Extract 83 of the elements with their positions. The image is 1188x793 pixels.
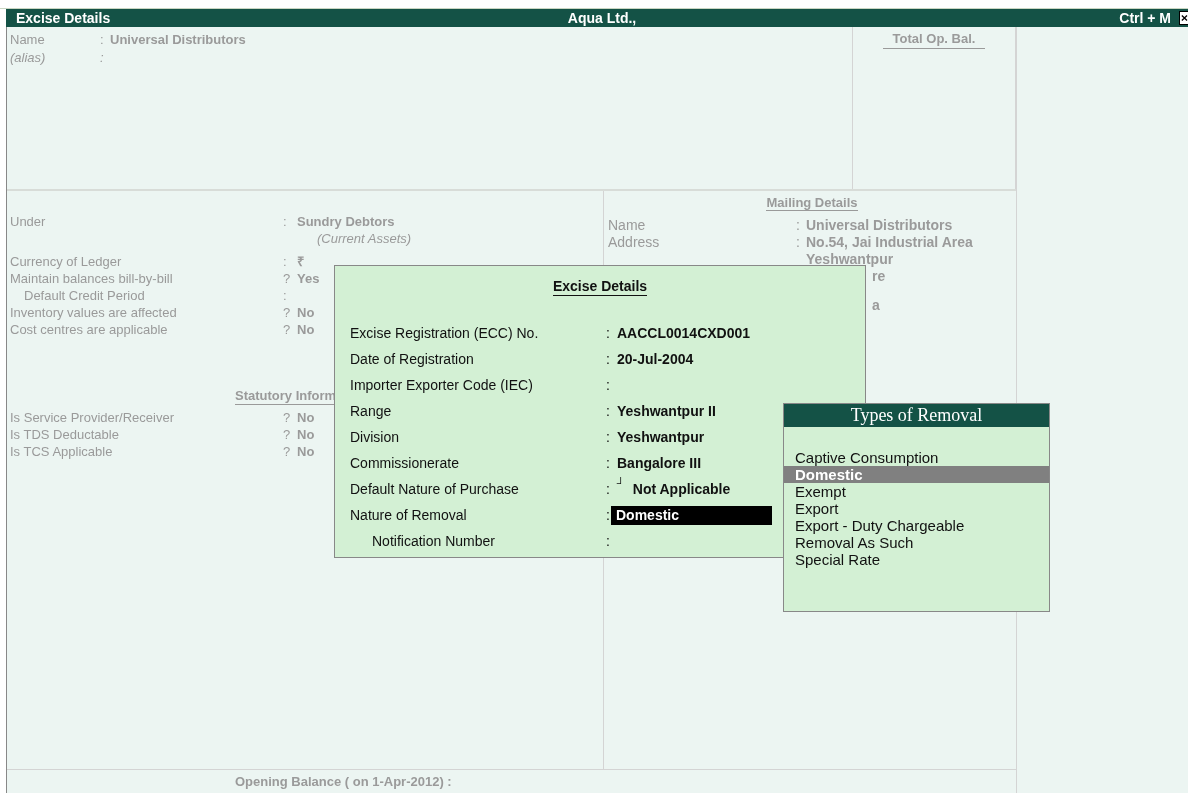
list-item[interactable]: Domestic	[784, 466, 1049, 483]
field-value: No	[297, 426, 315, 443]
field-label: Is Service Provider/Receiver	[10, 409, 174, 426]
field-label: Name	[608, 217, 646, 234]
separator: :	[283, 213, 287, 230]
close-icon[interactable]	[1179, 11, 1188, 25]
field-value: No	[297, 409, 315, 426]
separator: ?	[283, 426, 291, 443]
field-value: Not Applicable	[632, 481, 731, 497]
separator: :	[606, 480, 610, 499]
field-label: Notification Number	[371, 532, 495, 551]
shortcut-label: Ctrl + M	[1119, 10, 1171, 26]
field-value: Bangalore III	[617, 455, 702, 471]
opening-balance-label: Opening Balance ( on 1-Apr-2012) :	[235, 773, 452, 789]
field-value: Universal Distributors	[110, 31, 246, 49]
separator: :	[606, 350, 610, 369]
field-label: Under	[10, 213, 46, 230]
field-label: (alias)	[10, 49, 46, 67]
list-item[interactable]: Special Rate	[784, 551, 1049, 568]
field-label: Excise Registration (ECC) No.	[350, 324, 539, 343]
address-line: Yeshwantpur	[806, 251, 894, 268]
separator: ?	[283, 321, 291, 338]
separator: ?	[283, 409, 291, 426]
field-value: No	[297, 304, 315, 321]
section-heading: Mailing Details	[766, 195, 858, 211]
address-line: re	[871, 268, 886, 285]
field-label: Cost centres are applicable	[10, 321, 168, 338]
field-value: No	[297, 443, 315, 460]
field-value: ₹	[297, 253, 304, 270]
field-value: Yeshwantpur II	[617, 403, 716, 419]
field-label: Range	[350, 402, 392, 421]
field-label: Default Credit Period	[23, 287, 145, 304]
company-name: Aqua Ltd.,	[567, 10, 637, 26]
separator: :	[606, 532, 610, 551]
field-value: Universal Distributors	[806, 217, 953, 234]
field-label: Commissionerate	[350, 454, 459, 473]
list-item[interactable]: Export - Duty Chargeable	[784, 517, 1049, 534]
field-label: Currency of Ledger	[10, 253, 122, 270]
field-label: Is TDS Deductable	[10, 426, 119, 443]
separator: :	[283, 287, 287, 304]
list-item[interactable]: Export	[784, 500, 1049, 517]
field-value: No	[297, 321, 315, 338]
separator: :	[606, 428, 610, 447]
field-label: Inventory values are affected	[10, 304, 177, 321]
separator: :	[606, 454, 610, 473]
field-label: Division	[350, 428, 399, 447]
separator: :	[606, 506, 610, 525]
field-value: 20-Jul-2004	[617, 351, 694, 367]
separator: :	[100, 31, 104, 49]
group-name: (Current Assets)	[316, 230, 412, 247]
address-line: a	[871, 297, 880, 314]
field-value: Sundry Debtors	[297, 213, 395, 230]
separator: :	[100, 49, 104, 67]
field-label: Name	[10, 31, 45, 49]
input-field[interactable]: Domestic	[611, 505, 772, 525]
marker-symbol: ┘	[617, 477, 625, 489]
column-heading: Total Op. Bal.	[882, 31, 986, 49]
list-item[interactable]: Captive Consumption	[784, 449, 1049, 466]
separator: :	[606, 376, 610, 395]
field-label: Is TCS Applicable	[10, 443, 113, 460]
separator: :	[283, 253, 287, 270]
field-label: Nature of Removal	[350, 506, 467, 525]
window-title: Excise Details	[16, 10, 112, 26]
address-line: No.54, Jai Industrial Area	[806, 234, 973, 251]
separator: ?	[283, 304, 291, 321]
list-item[interactable]: Removal As Such	[784, 534, 1049, 551]
field-label: Maintain balances bill-by-bill	[10, 270, 173, 287]
separator: :	[796, 234, 800, 251]
field-label: Date of Registration	[350, 350, 474, 369]
field-label: Importer Exporter Code (IEC)	[350, 376, 533, 395]
field-label: Address	[608, 234, 660, 251]
field-value: AACCL0014CXD001	[617, 325, 751, 341]
separator: :	[606, 324, 610, 343]
list-title: Types of Removal	[850, 405, 983, 426]
separator: :	[796, 217, 800, 234]
separator: ?	[283, 270, 291, 287]
separator: ?	[283, 443, 291, 460]
field-value: Yes	[297, 270, 320, 287]
field-label: Default Nature of Purchase	[350, 480, 519, 499]
separator: :	[606, 402, 610, 421]
list-item[interactable]: Exempt	[784, 483, 1049, 500]
field-value: Yeshwantpur	[617, 429, 705, 445]
dialog-title: Excise Details	[552, 278, 648, 296]
